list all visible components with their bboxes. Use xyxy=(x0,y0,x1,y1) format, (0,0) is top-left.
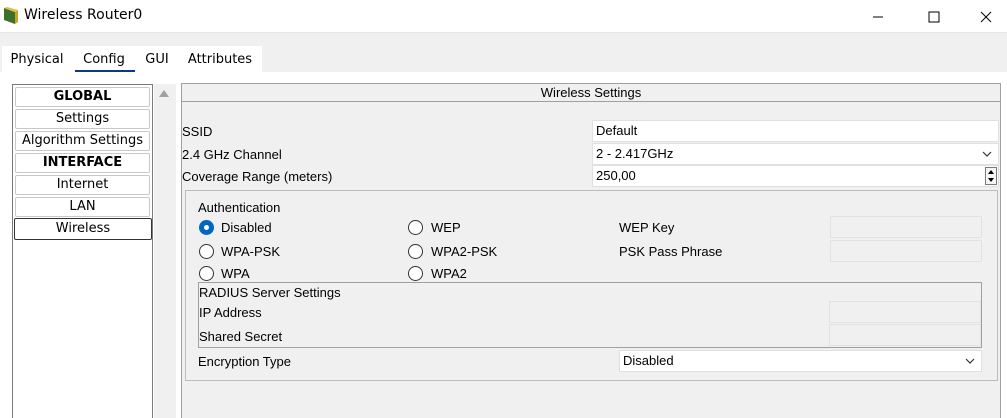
radio-wpa-psk[interactable] xyxy=(199,244,214,259)
nav-item-internet[interactable]: Internet xyxy=(15,175,150,195)
router-app-icon xyxy=(4,7,18,24)
maximize-icon xyxy=(928,11,940,22)
ssid-input[interactable]: Default xyxy=(592,120,999,142)
minimize-button[interactable] xyxy=(855,0,901,33)
ip-address-label: IP Address xyxy=(199,305,262,320)
ssid-value: Default xyxy=(596,123,638,138)
tab-attributes[interactable]: Attributes xyxy=(178,46,262,72)
authentication-title: Authentication xyxy=(198,200,281,215)
channel-label: 2.4 GHz Channel xyxy=(182,147,282,162)
tab-bar: Physical Config GUI Attributes xyxy=(0,46,1007,72)
coverage-label: Coverage Range (meters) xyxy=(182,169,333,184)
chevron-down-icon xyxy=(965,358,975,364)
nav-header-global: GLOBAL xyxy=(15,87,150,107)
psk-pass-phrase-label: PSK Pass Phrase xyxy=(619,244,723,259)
config-nav-list: GLOBAL Settings Algorithm Settings INTER… xyxy=(12,84,153,418)
radio-wpa-label: WPA xyxy=(221,266,250,281)
wep-key-label: WEP Key xyxy=(619,220,675,235)
minimize-icon xyxy=(873,16,883,17)
nav-item-algorithm-settings[interactable]: Algorithm Settings xyxy=(15,131,150,151)
nav-header-interface: INTERFACE xyxy=(15,153,150,173)
radio-wep[interactable] xyxy=(408,220,423,235)
radio-disabled[interactable] xyxy=(199,220,214,235)
wireless-settings-panel: Wireless Settings SSID Default 2.4 GHz C… xyxy=(181,83,1001,418)
spinner-arrows[interactable] xyxy=(985,167,997,185)
coverage-value: 250,00 xyxy=(596,168,636,183)
scroll-up-arrow-icon[interactable] xyxy=(159,90,169,97)
channel-select[interactable]: 2 - 2.417GHz xyxy=(592,143,999,165)
radio-wpa[interactable] xyxy=(199,266,214,281)
wep-key-input[interactable] xyxy=(830,216,982,238)
nav-item-settings[interactable]: Settings xyxy=(15,109,150,129)
radio-wpa2[interactable] xyxy=(408,266,423,281)
nav-scrollbar[interactable] xyxy=(154,84,176,418)
ssid-label: SSID xyxy=(182,124,213,139)
title-bar: Wireless Router0 xyxy=(0,0,1007,33)
chevron-down-icon xyxy=(982,151,992,157)
close-icon xyxy=(980,11,992,22)
radio-wpa-psk-label: WPA-PSK xyxy=(221,244,280,259)
close-button[interactable] xyxy=(963,0,1007,33)
spin-up-icon[interactable] xyxy=(988,170,994,174)
radius-title: RADIUS Server Settings xyxy=(199,285,341,300)
shared-secret-label: Shared Secret xyxy=(199,329,283,344)
coverage-spinbox[interactable]: 250,00 xyxy=(592,165,999,187)
shared-secret-input[interactable] xyxy=(829,324,981,346)
radio-wpa2-label: WPA2 xyxy=(431,266,467,281)
nav-item-wireless[interactable]: Wireless xyxy=(14,218,152,240)
radio-wep-label: WEP xyxy=(431,220,461,235)
radio-wpa2-psk[interactable] xyxy=(408,244,423,259)
window-title: Wireless Router0 xyxy=(24,7,143,23)
radio-disabled-label: Disabled xyxy=(221,220,272,235)
panel-title: Wireless Settings xyxy=(182,84,1000,102)
radius-server-group: RADIUS Server Settings IP Address Shared… xyxy=(198,282,982,348)
ip-address-input[interactable] xyxy=(829,301,981,323)
psk-pass-phrase-input[interactable] xyxy=(830,240,982,262)
encryption-type-label: Encryption Type xyxy=(198,354,291,369)
nav-item-lan[interactable]: LAN xyxy=(15,197,150,217)
tab-config[interactable]: Config xyxy=(72,46,136,72)
channel-value: 2 - 2.417GHz xyxy=(596,146,674,161)
radio-wpa2-psk-label: WPA2-PSK xyxy=(431,244,498,259)
encryption-type-select[interactable]: Disabled xyxy=(619,350,982,372)
spin-down-icon[interactable] xyxy=(988,178,994,182)
encryption-type-value: Disabled xyxy=(623,353,674,368)
tab-physical[interactable]: Physical xyxy=(2,46,72,72)
tab-gui[interactable]: GUI xyxy=(136,46,178,72)
maximize-button[interactable] xyxy=(911,0,957,33)
